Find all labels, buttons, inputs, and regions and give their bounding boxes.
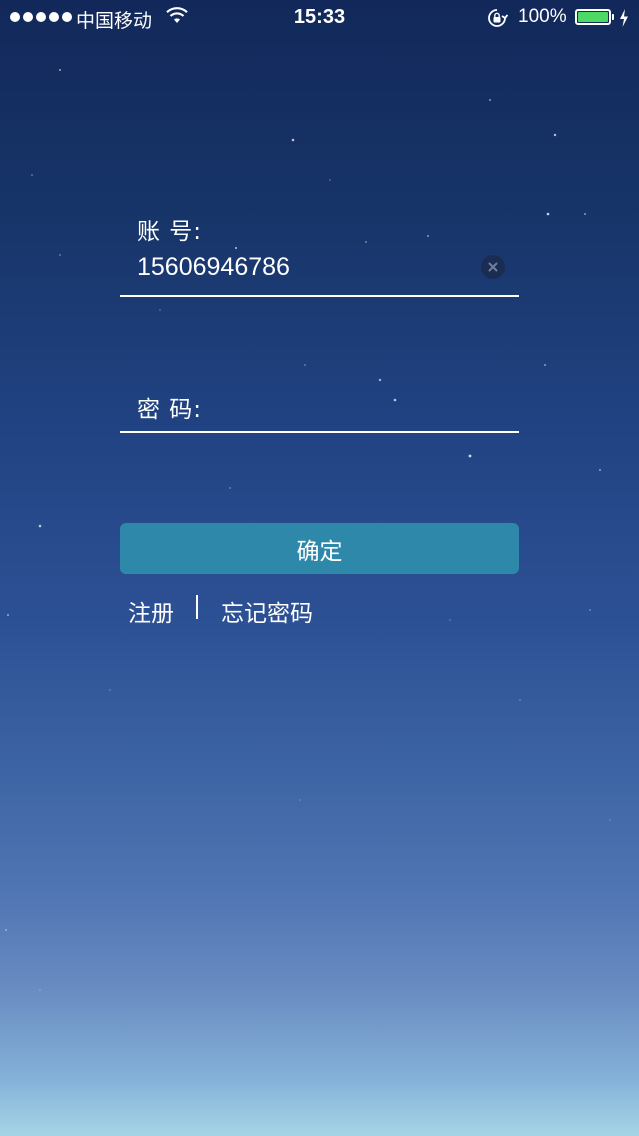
close-icon [488, 262, 498, 272]
rotation-lock-icon [488, 9, 508, 27]
status-bar: 中国移动 15:33 100% [0, 0, 639, 36]
battery-level [578, 12, 608, 22]
link-divider [196, 595, 198, 619]
account-label: 账 号: [137, 219, 203, 245]
battery-tip [612, 14, 614, 20]
forgot-password-link[interactable]: 忘记密码 [221, 594, 313, 628]
password-underline [120, 431, 519, 433]
charging-bolt-icon [620, 9, 628, 27]
clear-input-button[interactable] [481, 255, 505, 279]
confirm-button[interactable]: 确定 [120, 523, 519, 574]
register-link[interactable]: 注册 [128, 594, 174, 628]
account-input[interactable] [137, 250, 467, 284]
password-label: 密 码: [137, 397, 203, 423]
battery-icon [575, 9, 611, 25]
password-input[interactable] [215, 390, 515, 424]
battery-percent: 100% [518, 6, 567, 27]
account-underline [120, 295, 519, 297]
